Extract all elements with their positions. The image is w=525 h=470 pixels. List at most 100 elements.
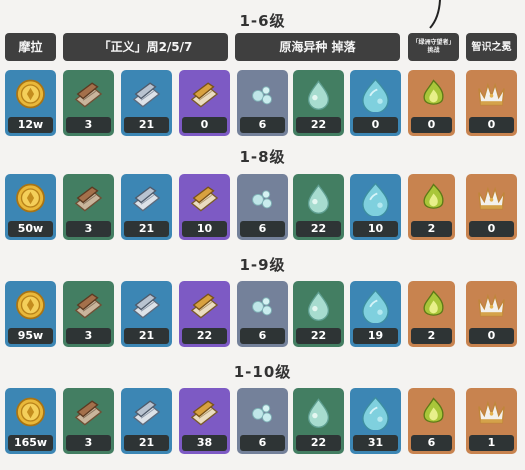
- material-count: 2: [411, 221, 452, 237]
- material-count: 6: [240, 328, 285, 344]
- material-card: 19: [350, 281, 401, 347]
- teachings-justice-icon: [70, 394, 107, 430]
- material-card: 0: [350, 70, 401, 136]
- material-card: 6: [237, 388, 288, 454]
- small-water-drop-icon: [244, 394, 281, 430]
- material-count: 3: [66, 221, 111, 237]
- philosophies-justice-icon: [186, 180, 223, 216]
- green-flame-icon: [415, 180, 452, 216]
- header-justice-books: 「正义」周2/5/7: [63, 33, 228, 61]
- material-count: 21: [124, 435, 169, 451]
- guide-justice-icon: [128, 76, 165, 112]
- material-card: 10: [350, 174, 401, 240]
- level-title: 1-9级: [239, 256, 286, 274]
- material-count: 6: [411, 435, 452, 451]
- material-card: 6: [237, 70, 288, 136]
- mora-coin-icon: [12, 287, 49, 323]
- large-water-drop-icon: [357, 287, 394, 323]
- level-title: 1-6级: [239, 12, 286, 30]
- material-card: 21: [121, 174, 172, 240]
- crown-of-insight-icon: [473, 76, 510, 112]
- material-card: 22: [179, 281, 230, 347]
- material-count: 22: [296, 328, 341, 344]
- material-count: 3: [66, 435, 111, 451]
- material-count: 0: [411, 117, 452, 133]
- philosophies-justice-icon: [186, 76, 223, 112]
- material-count: 6: [240, 221, 285, 237]
- material-count: 21: [124, 328, 169, 344]
- material-card: 3: [63, 174, 114, 240]
- material-card: 21: [121, 388, 172, 454]
- teachings-justice-icon: [70, 180, 107, 216]
- material-card: 3: [63, 70, 114, 136]
- material-count: 95w: [8, 328, 53, 344]
- level-title: 1-8级: [239, 148, 286, 166]
- material-card: 2: [408, 281, 455, 347]
- level-title: 1-10级: [233, 363, 292, 381]
- material-card: 6: [237, 174, 288, 240]
- crown-of-insight-icon: [473, 394, 510, 430]
- material-count: 19: [353, 328, 398, 344]
- material-card: 6: [408, 388, 455, 454]
- material-card: 22: [293, 388, 344, 454]
- header-mora: 摩拉: [5, 33, 56, 61]
- material-count: 0: [182, 117, 227, 133]
- material-count: 10: [182, 221, 227, 237]
- material-card: 22: [293, 174, 344, 240]
- header-guardian-challenge: 「绿洲守望者」挑战: [408, 33, 459, 61]
- material-count: 10: [353, 221, 398, 237]
- crown-of-insight-icon: [473, 287, 510, 323]
- teachings-justice-icon: [70, 76, 107, 112]
- philosophies-justice-icon: [186, 287, 223, 323]
- crown-of-insight-icon: [473, 180, 510, 216]
- material-count: 31: [353, 435, 398, 451]
- material-card: 95w: [5, 281, 56, 347]
- material-count: 0: [469, 117, 514, 133]
- large-water-drop-icon: [357, 394, 394, 430]
- material-card: 10: [179, 174, 230, 240]
- green-flame-icon: [415, 287, 452, 323]
- material-count: 3: [66, 117, 111, 133]
- mora-coin-icon: [12, 76, 49, 112]
- header-crown: 智识之冕: [466, 33, 517, 61]
- material-count: 2: [411, 328, 452, 344]
- medium-water-drop-icon: [300, 394, 337, 430]
- material-count: 22: [296, 221, 341, 237]
- large-water-drop-icon: [357, 76, 394, 112]
- material-card: 3: [63, 388, 114, 454]
- guide-justice-icon: [128, 180, 165, 216]
- material-card: 12w: [5, 70, 56, 136]
- material-card: 0: [466, 70, 517, 136]
- small-water-drop-icon: [244, 180, 281, 216]
- material-card: 0: [466, 281, 517, 347]
- material-count: 21: [124, 221, 169, 237]
- material-count: 22: [182, 328, 227, 344]
- guide-justice-icon: [128, 394, 165, 430]
- header-drops: 原海异种 掉落: [235, 33, 400, 61]
- material-count: 0: [469, 328, 514, 344]
- material-count: 0: [469, 221, 514, 237]
- green-flame-icon: [415, 394, 452, 430]
- mora-coin-icon: [12, 180, 49, 216]
- material-count: 165w: [8, 435, 53, 451]
- material-card: 31: [350, 388, 401, 454]
- material-count: 1: [469, 435, 514, 451]
- green-flame-icon: [415, 76, 452, 112]
- medium-water-drop-icon: [300, 180, 337, 216]
- large-water-drop-icon: [357, 180, 394, 216]
- material-count: 6: [240, 435, 285, 451]
- material-count: 3: [66, 328, 111, 344]
- material-count: 6: [240, 117, 285, 133]
- medium-water-drop-icon: [300, 287, 337, 323]
- talent-materials-table: 摩拉 「正义」周2/5/7 原海异种 掉落 「绿洲守望者」挑战 智识之冕 1-6…: [0, 0, 525, 470]
- material-card: 38: [179, 388, 230, 454]
- mora-coin-icon: [12, 394, 49, 430]
- material-count: 12w: [8, 117, 53, 133]
- material-card: 0: [408, 70, 455, 136]
- material-card: 21: [121, 281, 172, 347]
- medium-water-drop-icon: [300, 76, 337, 112]
- material-count: 0: [353, 117, 398, 133]
- teachings-justice-icon: [70, 287, 107, 323]
- material-count: 22: [296, 117, 341, 133]
- material-card: 0: [466, 174, 517, 240]
